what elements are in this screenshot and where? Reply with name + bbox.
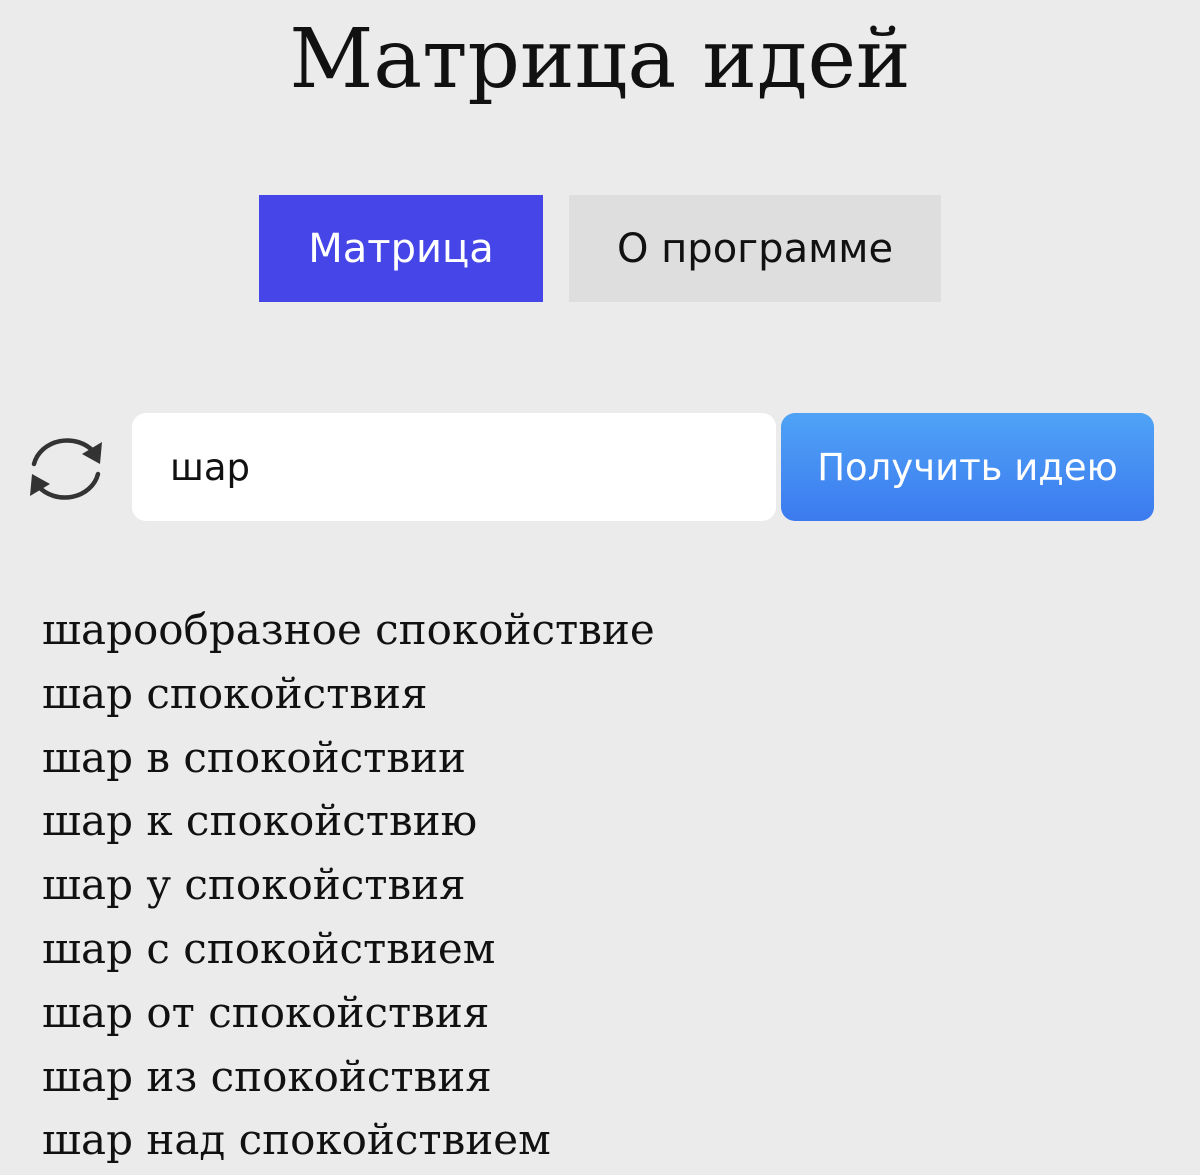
page-title: Матрица идей	[289, 12, 911, 107]
result-item: шар спокойствия	[42, 668, 428, 718]
result-item: шар из спокойствия	[42, 1051, 492, 1101]
result-item: шар над спокойствием	[42, 1115, 551, 1165]
tab-matrix-label: Матрица	[308, 225, 494, 272]
tab-about-label: О программе	[616, 225, 894, 272]
result-item: шар к спокойствию	[42, 796, 478, 846]
search-input[interactable]	[132, 413, 776, 521]
result-item: шарообразное спокойствие	[42, 605, 655, 654]
get-idea-button-label: Получить идею	[817, 445, 1118, 489]
result-item: шар с спокойствием	[42, 923, 496, 973]
refresh-button[interactable]	[24, 430, 108, 508]
result-item: шар от спокойствия	[42, 987, 490, 1037]
tab-about[interactable]: О программе	[569, 195, 941, 302]
result-item: шар у спокойствия	[42, 860, 466, 910]
tab-matrix[interactable]: Матрица	[259, 195, 543, 302]
results-list: шарообразное спокойствие шар спокойствия…	[42, 598, 655, 1172]
result-item: шар в спокойствии	[42, 732, 467, 782]
refresh-icon	[30, 438, 102, 500]
get-idea-button[interactable]: Получить идею	[781, 413, 1154, 521]
